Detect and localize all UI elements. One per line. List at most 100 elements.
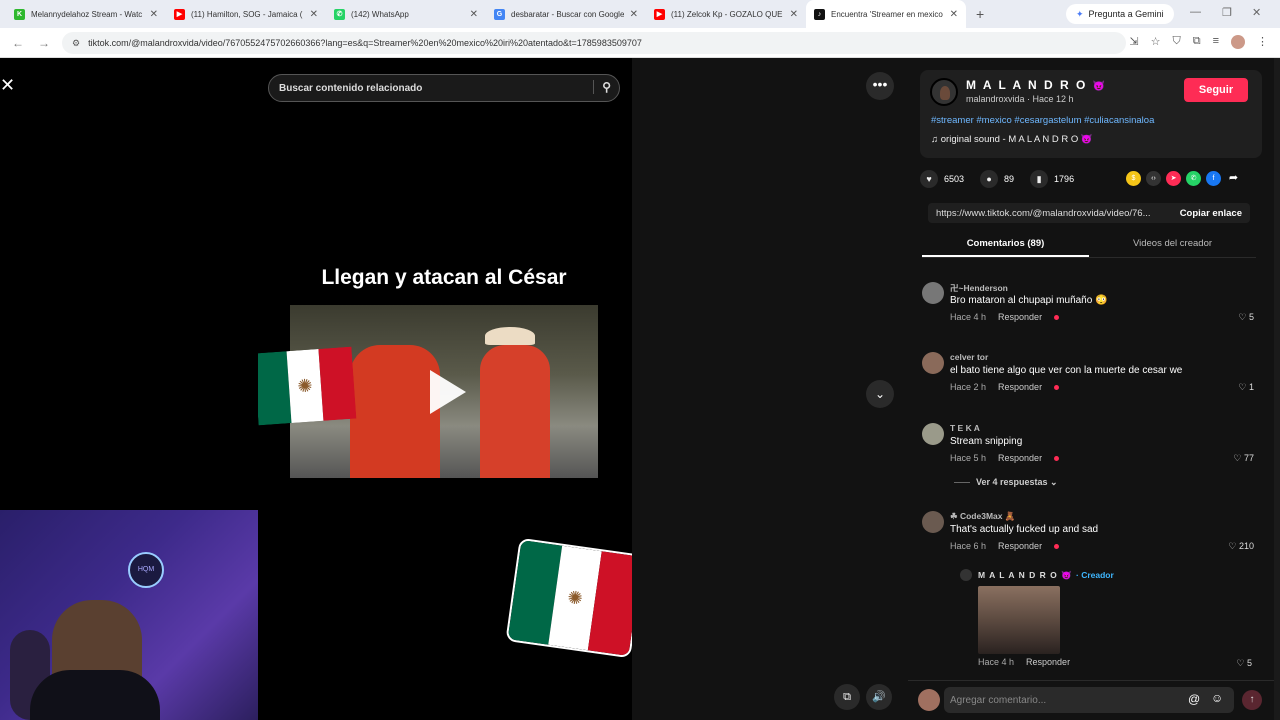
- reply-avatar[interactable]: [960, 569, 972, 581]
- close-video-icon[interactable]: ✕: [0, 76, 18, 94]
- commenter-name[interactable]: T E K A: [950, 423, 980, 433]
- mexico-flag-sticker: ✺: [505, 537, 632, 659]
- comment-icon: ●: [980, 170, 999, 188]
- details-panel: M A L A N D R O 😈 malandroxvida · Hace 1…: [908, 58, 1280, 720]
- new-tab-icon[interactable]: +: [976, 6, 984, 22]
- like-stat[interactable]: ♥ 6503: [920, 170, 964, 188]
- emoji-icon[interactable]: ☺: [1211, 691, 1223, 705]
- browser-tab-active[interactable]: ♪ Encuentra 'Streamer en mexico ✕: [806, 0, 966, 28]
- comment-meta: Hace 4 h Responder: [950, 312, 1060, 322]
- close-tab-icon[interactable]: ✕: [630, 9, 638, 20]
- next-video-icon[interactable]: ⌄: [866, 380, 894, 408]
- reply-image[interactable]: [978, 586, 1060, 654]
- restore-icon[interactable]: ❐: [1222, 6, 1232, 19]
- media-icon[interactable]: ≡: [1213, 35, 1219, 49]
- close-tab-icon[interactable]: ✕: [790, 9, 798, 20]
- commenter-name[interactable]: ☘ Code3Max 🧸: [950, 511, 1015, 522]
- comment-likes[interactable]: ♡ 77: [1233, 453, 1254, 464]
- reply-link[interactable]: Responder: [1026, 657, 1070, 667]
- commenter-name[interactable]: 卍~Henderson: [950, 282, 1008, 294]
- hat-shape: [485, 327, 535, 345]
- hashtags[interactable]: #streamer #mexico #cesargastelum #culiac…: [931, 115, 1154, 126]
- comment-text: Bro mataron al chupapi muñaño 😳: [950, 295, 1108, 306]
- follow-button[interactable]: Seguir: [1184, 78, 1248, 102]
- reply-link[interactable]: Responder: [998, 541, 1042, 551]
- picture-in-picture-icon[interactable]: ⧉: [834, 684, 860, 710]
- url-field[interactable]: ⚙ tiktok.com/@malandroxvida/video/767055…: [62, 32, 1126, 54]
- extensions-icon[interactable]: ⧉: [1193, 35, 1201, 49]
- reply-time: Hace 4 h: [978, 657, 1015, 667]
- coin-icon[interactable]: $: [1126, 171, 1141, 186]
- tab-creator-videos[interactable]: Videos del creador: [1089, 234, 1256, 257]
- comment-stat[interactable]: ● 89: [980, 170, 1014, 188]
- reply-author[interactable]: M A L A N D R O 😈 · Creador: [978, 570, 1114, 581]
- tab-label: Encuentra 'Streamer en mexico: [831, 9, 943, 19]
- creator-liked-icon: [1054, 385, 1060, 390]
- back-icon[interactable]: ←: [12, 36, 26, 50]
- reply-likes[interactable]: ♡ 5: [1236, 658, 1252, 669]
- creator-handle: malandroxvida · Hace 12 h: [966, 94, 1074, 104]
- embed-icon[interactable]: ‹›: [1146, 171, 1161, 186]
- facebook-icon[interactable]: f: [1206, 171, 1221, 186]
- close-tab-icon[interactable]: ✕: [310, 9, 318, 20]
- browser-tab[interactable]: K Melannydelahoz Stream - Watc ✕: [6, 0, 166, 28]
- menu-icon[interactable]: ⋮: [1257, 35, 1268, 49]
- close-tab-icon[interactable]: ✕: [150, 9, 158, 20]
- shield-icon[interactable]: ⛉: [1172, 35, 1180, 49]
- close-tab-icon[interactable]: ✕: [950, 9, 958, 20]
- browser-tab[interactable]: ▶ (11) Hamilton, SOG - Jamaica ( ✕: [166, 0, 326, 28]
- creator-name[interactable]: M A L A N D R O 😈: [966, 78, 1107, 92]
- commenter-avatar[interactable]: [922, 423, 944, 445]
- mention-icon[interactable]: @: [1188, 692, 1200, 706]
- browser-tab[interactable]: G desbaratar - Buscar con Google ✕: [486, 0, 646, 28]
- send-icon[interactable]: ➤: [1166, 171, 1181, 186]
- gemini-button[interactable]: ✦ Pregunta a Gemini: [1066, 4, 1174, 24]
- site-info-icon[interactable]: ⚙: [72, 38, 80, 49]
- search-icon[interactable]: ⚲: [593, 80, 611, 94]
- view-replies-link[interactable]: Ver 4 respuestas ⌄: [954, 477, 1058, 488]
- creator-name-text: M A L A N D R O: [966, 78, 1088, 92]
- reply-link[interactable]: Responder: [998, 382, 1042, 392]
- commenter-avatar[interactable]: [922, 352, 944, 374]
- reply-author-name: M A L A N D R O 😈: [978, 570, 1073, 580]
- video-link[interactable]: https://www.tiktok.com/@malandroxvida/vi…: [928, 208, 1172, 219]
- more-options-icon[interactable]: •••: [866, 72, 894, 100]
- comment-meta: Hace 2 h Responder: [950, 382, 1060, 392]
- browser-tab[interactable]: ✆ (142) WhatsApp ✕: [326, 0, 486, 28]
- bookmark-star-icon[interactable]: ☆: [1151, 35, 1161, 49]
- send-comment-icon[interactable]: ↑: [1242, 690, 1262, 710]
- volume-icon[interactable]: 🔊: [866, 684, 892, 710]
- reply-link[interactable]: Responder: [998, 312, 1042, 322]
- comment-time: Hace 6 h: [950, 541, 987, 551]
- copy-link-button[interactable]: Copiar enlace: [1172, 208, 1250, 219]
- video-player[interactable]: Buscar contenido relacionado ⚲ Llegan y …: [258, 58, 632, 720]
- sound-link[interactable]: ♫ original sound - M A L A N D R O 😈: [931, 134, 1093, 145]
- comment-likes[interactable]: ♡ 5: [1238, 312, 1254, 323]
- related-search-input[interactable]: Buscar contenido relacionado ⚲: [268, 74, 620, 102]
- profile-avatar[interactable]: [1231, 35, 1245, 49]
- save-count: 1796: [1054, 174, 1075, 184]
- comments-scrollbar[interactable]: [1274, 58, 1280, 720]
- tab-comments[interactable]: Comentarios (89): [922, 234, 1089, 257]
- comment-likes[interactable]: ♡ 210: [1228, 541, 1254, 552]
- commenter-name[interactable]: celver tor: [950, 352, 988, 362]
- forward-icon[interactable]: →: [38, 36, 52, 50]
- comment-likes[interactable]: ♡ 1: [1238, 382, 1254, 393]
- save-stat[interactable]: ▮ 1796: [1030, 170, 1074, 188]
- browser-tab[interactable]: ▶ (11) Zelcok Kp - GOZALO QUE ✕: [646, 0, 806, 28]
- reply-link[interactable]: Responder: [998, 453, 1042, 463]
- comment-text: Stream snipping: [950, 436, 1023, 447]
- comment-time: Hace 4 h: [950, 312, 987, 322]
- whatsapp-share-icon[interactable]: ✆: [1186, 171, 1201, 186]
- creator-avatar[interactable]: [930, 78, 958, 106]
- commenter-avatar[interactable]: [922, 511, 944, 533]
- minimize-icon[interactable]: —: [1190, 6, 1201, 18]
- window-close-icon[interactable]: ✕: [1252, 6, 1261, 19]
- commenter-avatar[interactable]: [922, 282, 944, 304]
- tab-label: Melannydelahoz Stream - Watc: [31, 9, 143, 19]
- share-arrow-icon[interactable]: ➦: [1226, 171, 1241, 186]
- install-app-icon[interactable]: ⇲: [1129, 35, 1138, 49]
- play-icon[interactable]: [430, 370, 466, 414]
- close-tab-icon[interactable]: ✕: [470, 9, 478, 20]
- comment-meta: Hace 6 h Responder: [950, 541, 1060, 551]
